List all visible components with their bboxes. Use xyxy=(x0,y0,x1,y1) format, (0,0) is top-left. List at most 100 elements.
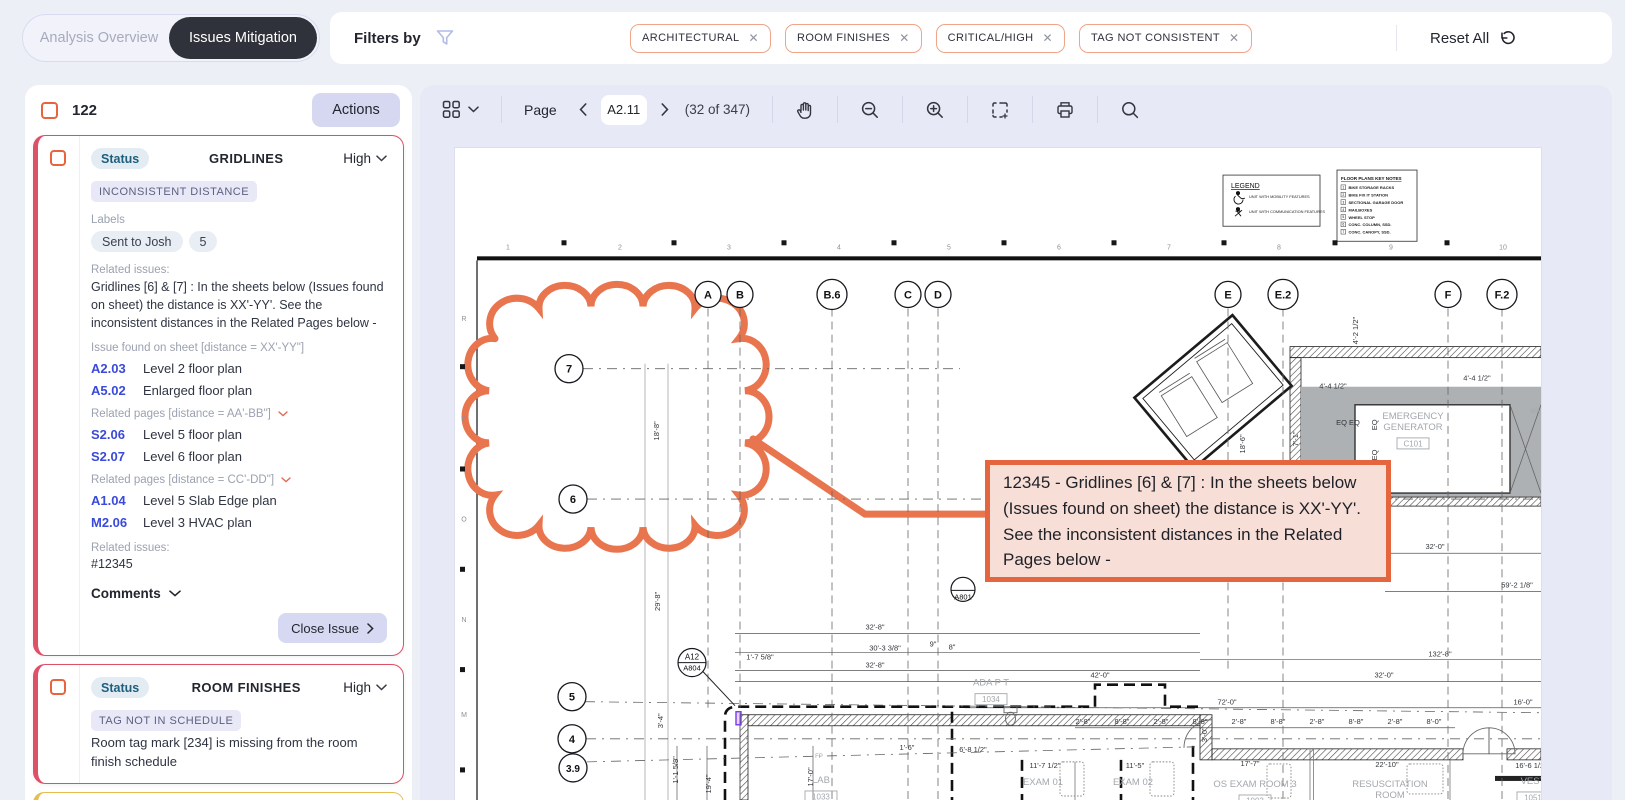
related-issue-ref-title: Related issues: xyxy=(91,542,170,555)
sheet-link-row[interactable]: A1.04 Level 5 Slab Edge plan xyxy=(91,493,387,508)
dimension-label: 8'-8" xyxy=(1271,717,1286,726)
room-tag: 1003 xyxy=(1246,797,1264,800)
section-related-pages-2[interactable]: Related pages [distance = CC'-DD"] xyxy=(91,474,387,486)
issue-card-body: Status ROOM FINISHES High TAG NOT IN SCH… xyxy=(80,665,403,783)
close-issue-button[interactable]: Close Issue xyxy=(278,613,387,644)
sheet-link-row[interactable]: S2.06 Level 5 floor plan xyxy=(91,427,387,442)
ruler-tick xyxy=(1221,240,1227,246)
filter-funnel-icon[interactable] xyxy=(435,28,455,48)
sheet-code-link[interactable]: M2.06 xyxy=(91,515,133,530)
issue-card-peek[interactable] xyxy=(33,792,404,800)
issue-checkbox[interactable] xyxy=(50,679,66,696)
sheet-link-row[interactable]: A5.02 Enlarged floor plan xyxy=(91,383,387,398)
sheet-link-row[interactable]: A2.03 Level 2 floor plan xyxy=(91,361,387,376)
dimension-label: 42'-0" xyxy=(1090,671,1109,680)
keynote-item: BIKE FIX IT STATION xyxy=(1349,193,1389,198)
grid-row-label: 7 xyxy=(566,364,572,376)
edge-tick xyxy=(460,466,465,472)
issue-checkbox[interactable] xyxy=(50,150,66,166)
sheet-link-row[interactable]: M2.06 Level 3 HVAC plan xyxy=(91,515,387,530)
tab-analysis-overview[interactable]: Analysis Overview xyxy=(23,30,169,46)
keynote-number: 5 xyxy=(1342,215,1344,219)
page-number-input[interactable]: A2.11 xyxy=(600,94,647,125)
issue-card-room-finishes[interactable]: Status ROOM FINISHES High TAG NOT IN SCH… xyxy=(33,664,404,785)
filter-chip-architectural[interactable]: ARCHITECTURAL ✕ xyxy=(630,23,771,53)
zoom-out-button[interactable] xyxy=(860,100,880,120)
search-button[interactable] xyxy=(1120,100,1140,120)
filter-chip-tag-not-consistent[interactable]: TAG NOT CONSISTENT ✕ xyxy=(1079,23,1252,53)
ruler-number: 9 xyxy=(1389,244,1393,251)
comments-label: Comments xyxy=(91,586,161,602)
room-tag: C101 xyxy=(1403,439,1423,448)
divider xyxy=(1396,25,1397,51)
view-toggle: Analysis Overview Issues Mitigation xyxy=(22,14,320,62)
ruler-number: 2 xyxy=(618,244,622,251)
zoom-in-button[interactable] xyxy=(925,100,945,120)
marquee-select-button[interactable] xyxy=(990,100,1010,120)
sheet-page[interactable]: 1 2 3 4 5 6 7 8 9 10 R P O N M A B B.6 C D E E.2 F F.2 7 6 5 4 3.… xyxy=(455,148,1541,800)
sheet-name: Enlarged floor plan xyxy=(143,383,253,399)
issue-category: ROOM FINISHES xyxy=(191,680,301,696)
zoom-in-icon xyxy=(926,101,943,118)
legend-item: UNIT WITH MOBILITY FEATURES xyxy=(1249,194,1310,199)
related-issue-ref[interactable]: #12345 xyxy=(91,557,387,571)
reset-all-button[interactable]: Reset All xyxy=(1430,30,1515,47)
issue-annotation-callout[interactable]: 12345 - Gridlines [6] & [7] : In the she… xyxy=(985,460,1391,582)
sheet-code-link[interactable]: S2.06 xyxy=(91,427,133,442)
section-title-found-on-sheet: Issue found on sheet [distance = XX'-YY"… xyxy=(91,342,305,355)
label-count-pill[interactable]: 5 xyxy=(188,231,218,252)
keynote-number: 7 xyxy=(1342,230,1344,234)
status-badge[interactable]: Status xyxy=(91,148,150,169)
sheet-code-link[interactable]: A2.03 xyxy=(91,361,133,376)
filter-chip-room-finishes[interactable]: ROOM FINISHES ✕ xyxy=(784,23,922,53)
dimension-label: 29'-8" xyxy=(653,591,662,610)
dimension-label: 9" xyxy=(930,640,937,649)
label-pill[interactable]: Sent to Josh xyxy=(91,231,183,252)
tab-issues-mitigation[interactable]: Issues Mitigation xyxy=(169,17,317,59)
comments-toggle[interactable]: Comments xyxy=(91,586,387,601)
sheet-name: Level 5 floor plan xyxy=(143,427,243,443)
keynote-item: SECTIONAL GARAGE DOOR xyxy=(1349,200,1404,205)
ruler-tick xyxy=(1332,240,1338,246)
sheet-name: Level 2 floor plan xyxy=(143,361,243,377)
dimension-label: EQ xyxy=(1370,419,1379,430)
sheet-code-link[interactable]: S2.07 xyxy=(91,449,133,464)
priority-dropdown[interactable]: High xyxy=(343,680,387,695)
viewer-toolbar: Page A2.11 (32 of 347) xyxy=(420,85,1612,134)
remove-chip-icon[interactable]: ✕ xyxy=(749,32,759,44)
dimension-label: 3'-0" xyxy=(1200,727,1209,742)
remove-chip-icon[interactable]: ✕ xyxy=(1043,32,1053,44)
filter-chip-critical-high[interactable]: CRITICAL/HIGH ✕ xyxy=(935,23,1065,53)
section-related-pages-1[interactable]: Related pages [distance = AA'-BB"] xyxy=(91,408,387,420)
sheet-link-row[interactable]: S2.07 Level 6 floor plan xyxy=(91,449,387,464)
room-label: EMERGENCY xyxy=(1382,411,1444,422)
issue-description: Room tag mark [234] is missing from the … xyxy=(91,735,358,769)
edge-tick xyxy=(460,667,465,673)
remove-chip-icon[interactable]: ✕ xyxy=(1229,32,1239,44)
dimension-label: 11'-5" xyxy=(1126,761,1145,770)
revision-cloud-annotation[interactable] xyxy=(461,280,773,553)
chevron-down-icon[interactable] xyxy=(278,411,288,417)
issue-card-gridlines[interactable]: Status GRIDLINES High INCONSISTENT DISTA… xyxy=(33,135,404,657)
undo-icon xyxy=(1501,30,1515,44)
sheet-code-link[interactable]: A5.02 xyxy=(91,383,133,398)
actions-button[interactable]: Actions xyxy=(312,93,400,127)
previous-page-button[interactable] xyxy=(579,103,587,116)
print-button[interactable] xyxy=(1055,100,1075,120)
chevron-down-icon[interactable] xyxy=(281,477,291,483)
grid-column-label: D xyxy=(934,289,942,301)
keynote-number: 6 xyxy=(1342,223,1344,227)
thumbnail-grid-button[interactable] xyxy=(442,100,479,119)
dimension-label: 4'-4 1/2" xyxy=(1463,374,1491,383)
remove-chip-icon[interactable]: ✕ xyxy=(899,32,909,44)
filters-label: Filters by xyxy=(354,29,421,47)
status-badge[interactable]: Status xyxy=(91,677,150,699)
dimension-label: 16'-0" xyxy=(1513,698,1532,707)
next-page-button[interactable] xyxy=(661,103,669,116)
pan-tool-button[interactable] xyxy=(795,100,815,120)
sheet-code-link[interactable]: A1.04 xyxy=(91,493,133,508)
room-label: ROOM xyxy=(1375,790,1405,800)
dimension-label: 32'-8" xyxy=(865,622,884,631)
priority-dropdown[interactable]: High xyxy=(343,151,387,166)
select-all-checkbox[interactable] xyxy=(41,101,58,119)
